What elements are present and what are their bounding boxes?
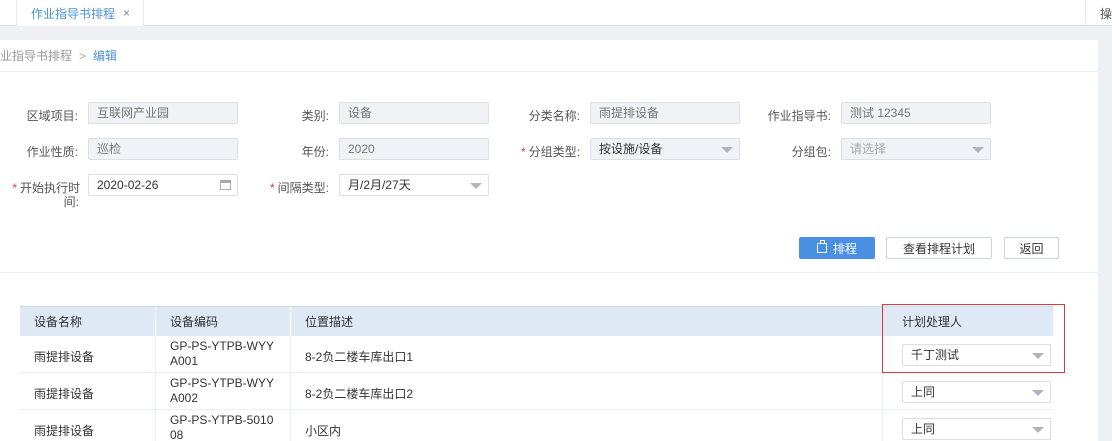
- work-nature-label: 作业性质:: [26, 145, 78, 159]
- chevron-down-icon: [470, 183, 482, 189]
- year-field[interactable]: 2020: [339, 138, 489, 160]
- back-button[interactable]: 返回: [1004, 237, 1059, 259]
- handler-select[interactable]: 上同: [902, 418, 1051, 440]
- handler-value: 上同: [911, 385, 936, 399]
- chevron-down-icon: [1032, 427, 1044, 433]
- schedule-button-label: 排程: [832, 241, 857, 256]
- work-nature-field[interactable]: 巡检: [88, 138, 238, 160]
- group-type-value: 按设施/设备: [599, 142, 663, 156]
- col-header-location: 位置描述: [305, 315, 354, 329]
- divider: [1085, 0, 1086, 26]
- calendar-icon[interactable]: [220, 180, 231, 190]
- col-header-code: 设备编码: [170, 315, 219, 329]
- group-type-select[interactable]: 按设施/设备: [590, 138, 740, 160]
- category-field[interactable]: 设备: [339, 102, 489, 124]
- start-time-label-line2: 间:: [63, 195, 79, 209]
- schedule-button[interactable]: 排程: [799, 237, 875, 259]
- cell-name: 雨提排设备: [34, 387, 95, 401]
- cell-code-line1: GP-PS-YTPB-WYY: [170, 339, 275, 353]
- cell-name: 雨提排设备: [34, 350, 95, 364]
- cell-code-line2: A002: [170, 391, 199, 405]
- breadcrumb-current: 编辑: [93, 49, 118, 63]
- column-divider: [290, 307, 291, 337]
- cell-code-line1: GP-PS-YTPB-WYY: [170, 376, 275, 390]
- schedule-icon: [816, 240, 827, 253]
- column-divider: [290, 373, 291, 410]
- area-project-field[interactable]: 互联网产业园: [88, 102, 238, 124]
- class-name-field[interactable]: 雨提排设备: [590, 102, 740, 124]
- guide-book-field[interactable]: 测试 12345: [841, 102, 991, 124]
- table-row[interactable]: 雨提排设备 GP-PS-YTPB-5010 08 小区内 上同: [20, 410, 1053, 441]
- table-row[interactable]: 雨提排设备 GP-PS-YTPB-WYY A002 8-2负二楼车库出口2 上同: [20, 373, 1053, 410]
- tab-bar: 作业指导书排程 × 操: [0, 0, 1112, 26]
- group-type-label: * 分组类型:: [502, 145, 580, 159]
- start-time-field[interactable]: 2020-02-26: [88, 174, 238, 196]
- cell-code: GP-PS-YTPB-WYY A001: [170, 339, 274, 369]
- breadcrumb: 业指导书排程 > 编辑: [0, 40, 1098, 72]
- breadcrumb-separator: >: [79, 48, 87, 63]
- col-header-name: 设备名称: [34, 315, 83, 329]
- group-pack-label: 分组包:: [791, 145, 831, 159]
- column-divider: [290, 410, 291, 441]
- back-button-label: 返回: [1019, 241, 1044, 256]
- tab-label: 作业指导书排程: [31, 6, 116, 21]
- column-divider: [155, 307, 156, 337]
- cell-location: 8-2负二楼车库出口1: [305, 350, 414, 364]
- chevron-down-icon: [721, 147, 733, 153]
- view-plan-button[interactable]: 查看排程计划: [886, 237, 992, 259]
- required-mark: *: [12, 181, 17, 195]
- chevron-down-icon: [972, 147, 984, 153]
- column-divider: [882, 410, 883, 441]
- handler-select[interactable]: 上同: [902, 381, 1051, 403]
- class-name-label: 分类名称:: [528, 109, 580, 123]
- interval-type-label-text: 间隔类型:: [277, 181, 329, 195]
- cell-code-line2: A001: [170, 354, 199, 368]
- tab-right-label[interactable]: 操: [1100, 5, 1112, 22]
- category-label: 类别:: [301, 109, 329, 123]
- group-pack-select[interactable]: 请选择: [841, 138, 991, 160]
- chevron-down-icon: [1032, 390, 1044, 396]
- group-type-label-text: 分组类型:: [528, 145, 580, 159]
- start-time-value: 2020-02-26: [97, 178, 159, 192]
- column-divider: [882, 373, 883, 410]
- cell-code: GP-PS-YTPB-WYY A002: [170, 376, 274, 406]
- start-time-label: * 开始执行时 间:: [0, 181, 80, 209]
- cell-code-line2: 08: [170, 428, 184, 441]
- cell-location: 8-2负二楼车库出口2: [305, 387, 414, 401]
- interval-type-label: * 间隔类型:: [251, 181, 329, 195]
- column-divider: [290, 336, 291, 373]
- handler-value: 上同: [911, 422, 936, 436]
- highlight-box: [882, 304, 1065, 373]
- column-divider: [155, 410, 156, 441]
- cell-code: GP-PS-YTPB-5010 08: [170, 413, 273, 441]
- interval-type-select[interactable]: 月/2月/27天: [339, 174, 489, 196]
- breadcrumb-parent[interactable]: 业指导书排程: [0, 47, 72, 64]
- interval-type-value: 月/2月/27天: [348, 178, 411, 192]
- cell-location: 小区内: [305, 424, 342, 438]
- start-time-label-line1: * 开始执行时: [12, 181, 80, 195]
- required-mark: *: [269, 181, 275, 195]
- guide-book-label: 作业指导书:: [767, 109, 831, 123]
- cell-name: 雨提排设备: [34, 424, 95, 438]
- view-plan-button-label: 查看排程计划: [902, 241, 975, 256]
- year-label: 年份:: [301, 145, 329, 159]
- group-pack-placeholder: 请选择: [850, 142, 887, 156]
- area-project-label: 区域项目:: [26, 109, 78, 123]
- required-mark: *: [520, 145, 526, 159]
- close-icon[interactable]: ×: [123, 6, 130, 20]
- column-divider: [155, 373, 156, 410]
- cell-code-line1: GP-PS-YTPB-5010: [170, 413, 274, 427]
- tab-schedule[interactable]: 作业指导书排程 ×: [16, 0, 144, 26]
- column-divider: [155, 336, 156, 373]
- section-divider: [0, 272, 1098, 273]
